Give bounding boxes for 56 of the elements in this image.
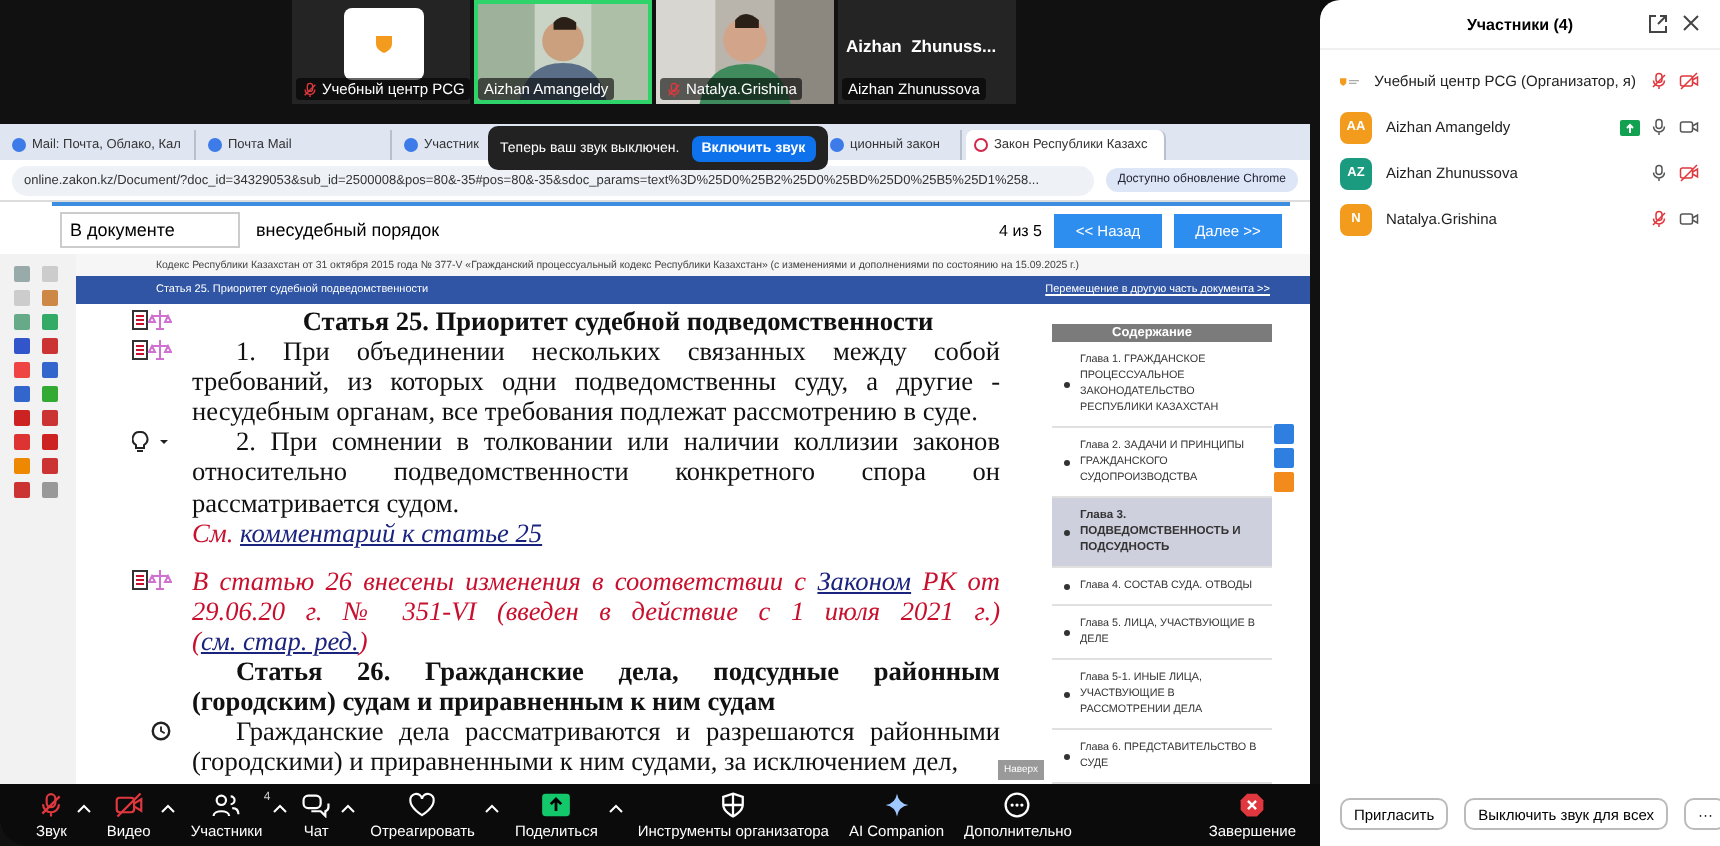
document-link[interactable]: Законом bbox=[817, 565, 912, 596]
note-text: См. комментарий к статье 25 bbox=[192, 517, 545, 548]
social-icons-drawing bbox=[1274, 424, 1294, 496]
lightbulb-icon bbox=[132, 430, 172, 455]
more-icon bbox=[1004, 791, 1031, 817]
mic-icon bbox=[38, 791, 65, 817]
mic-icon bbox=[1650, 117, 1668, 135]
camera-icon bbox=[1678, 117, 1700, 135]
muted-mic-icon bbox=[1650, 209, 1668, 227]
caret-icon[interactable] bbox=[270, 799, 291, 815]
bullet-icon bbox=[1064, 583, 1070, 589]
bullet-icon bbox=[1064, 753, 1070, 759]
video-camera-icon bbox=[113, 791, 144, 817]
article-heading: Статья 25. Приоритет судебной подведомственности bbox=[300, 306, 936, 337]
bullet-icon bbox=[1064, 629, 1070, 635]
caret-icon[interactable] bbox=[74, 799, 95, 815]
scope-dropdown[interactable]: В документе bbox=[60, 212, 240, 248]
caret-icon[interactable] bbox=[338, 799, 359, 815]
document-scales-icon bbox=[132, 310, 172, 330]
document-link[interactable]: см. стар. ред. bbox=[200, 625, 359, 656]
camera-off-icon bbox=[1678, 71, 1700, 89]
document-scales-icon bbox=[132, 569, 172, 590]
history-icon bbox=[150, 720, 172, 743]
pop-out-icon[interactable] bbox=[1648, 14, 1668, 34]
bullet-icon bbox=[1064, 381, 1070, 387]
note-text: В статью 26 внесены изменения в соответствии с Законом РК от 29.06.20 г. № 351-VI (введен в действие с 1 июля 2021 г.) (см. стар. ред.) bbox=[192, 565, 1000, 657]
bullet-icon bbox=[1064, 529, 1070, 535]
paragraph: 1. При объединении нескольких связанных между собой требований, из которых одни подведомственны суду, а другие - несудебным органам, все требования подлежат рассмотрению в суде. bbox=[192, 336, 1000, 427]
camera-off-icon bbox=[1678, 163, 1700, 181]
mic-icon bbox=[1650, 163, 1668, 181]
muted-mic-icon bbox=[666, 81, 682, 97]
muted-mic-icon bbox=[302, 81, 318, 97]
heart-icon bbox=[408, 791, 437, 817]
share-screen-icon bbox=[540, 791, 573, 817]
bullet-icon bbox=[1064, 691, 1070, 697]
paragraph: 2. При сомнении в толковании или наличии коллизии законов относительно подведомственности конкретного спора он рассматривается судом. bbox=[192, 426, 1000, 518]
panel-title: Участники (4) bbox=[1466, 15, 1574, 33]
document-scales-icon bbox=[132, 340, 172, 361]
match-count: 4 из 5 bbox=[999, 221, 1042, 239]
shield-logo-icon bbox=[374, 34, 394, 54]
muted-mic-icon bbox=[1650, 71, 1668, 89]
participant-name: Aizhan Zhunuss... bbox=[846, 36, 997, 56]
close-icon[interactable] bbox=[1682, 14, 1700, 32]
participants-icon bbox=[212, 791, 241, 817]
camera-icon bbox=[1678, 209, 1700, 227]
document-link[interactable]: комментарий к статье 25 bbox=[240, 517, 543, 548]
bullet-icon bbox=[1064, 459, 1070, 465]
sparkle-icon bbox=[883, 791, 910, 817]
paragraph: Гражданские дела рассматриваются и разрешаются районными (городскими) и приравненными к ним судами, за исключением дел, bbox=[192, 716, 1000, 777]
article-heading: Статья 26. Гражданские дела, подсудные районным (городским) судам и приравненным к ним судам bbox=[192, 656, 1000, 717]
chat-icon bbox=[302, 791, 331, 817]
caret-icon[interactable] bbox=[158, 799, 179, 815]
caret-icon[interactable] bbox=[482, 799, 503, 815]
end-meeting-icon bbox=[1238, 791, 1267, 817]
shield-icon bbox=[720, 791, 747, 817]
caret-icon[interactable] bbox=[605, 799, 626, 815]
